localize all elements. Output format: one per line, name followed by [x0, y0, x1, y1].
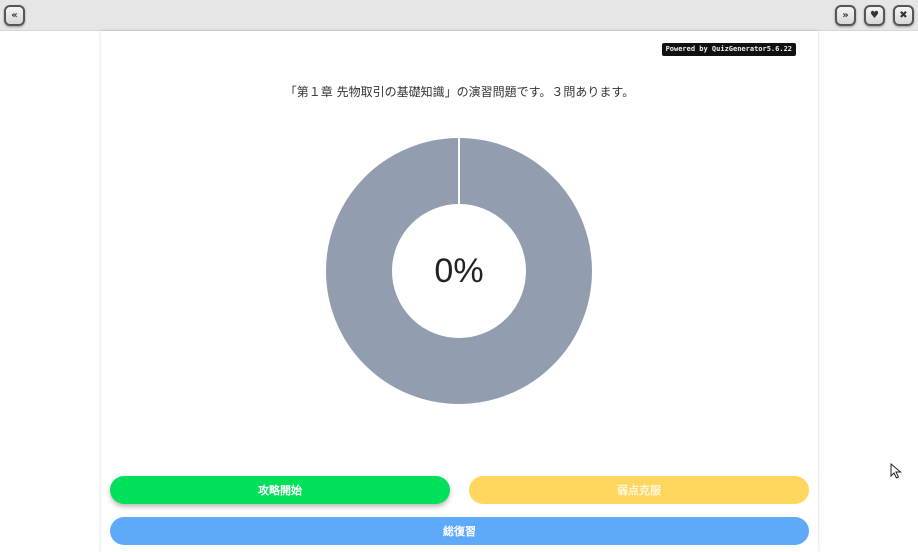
progress-percent-label: 0% — [434, 251, 484, 290]
quiz-panel: Powered by QuizGenerator5.6.22 「第１章 先物取引… — [101, 31, 818, 552]
progress-donut-chart: 0% — [326, 138, 592, 404]
next-arrows-icon[interactable]: » — [835, 5, 856, 26]
start-quiz-button[interactable]: 攻略開始 — [110, 476, 450, 504]
heart-icon[interactable]: ♥ — [864, 5, 885, 26]
close-icon[interactable]: ✖ — [893, 5, 914, 26]
weak-point-button[interactable]: 弱点克服 — [469, 476, 809, 504]
powered-by-badge: Powered by QuizGenerator5.6.22 — [661, 43, 796, 56]
quiz-intro-text: 「第１章 先物取引の基礎知識」の演習問題です。３問あります。 — [284, 85, 635, 99]
full-review-button[interactable]: 総復習 — [110, 517, 809, 545]
mouse-cursor-icon — [890, 463, 902, 479]
collapse-up-icon[interactable]: « — [4, 5, 25, 26]
top-toolbar: « » ♥ ✖ — [0, 0, 918, 31]
